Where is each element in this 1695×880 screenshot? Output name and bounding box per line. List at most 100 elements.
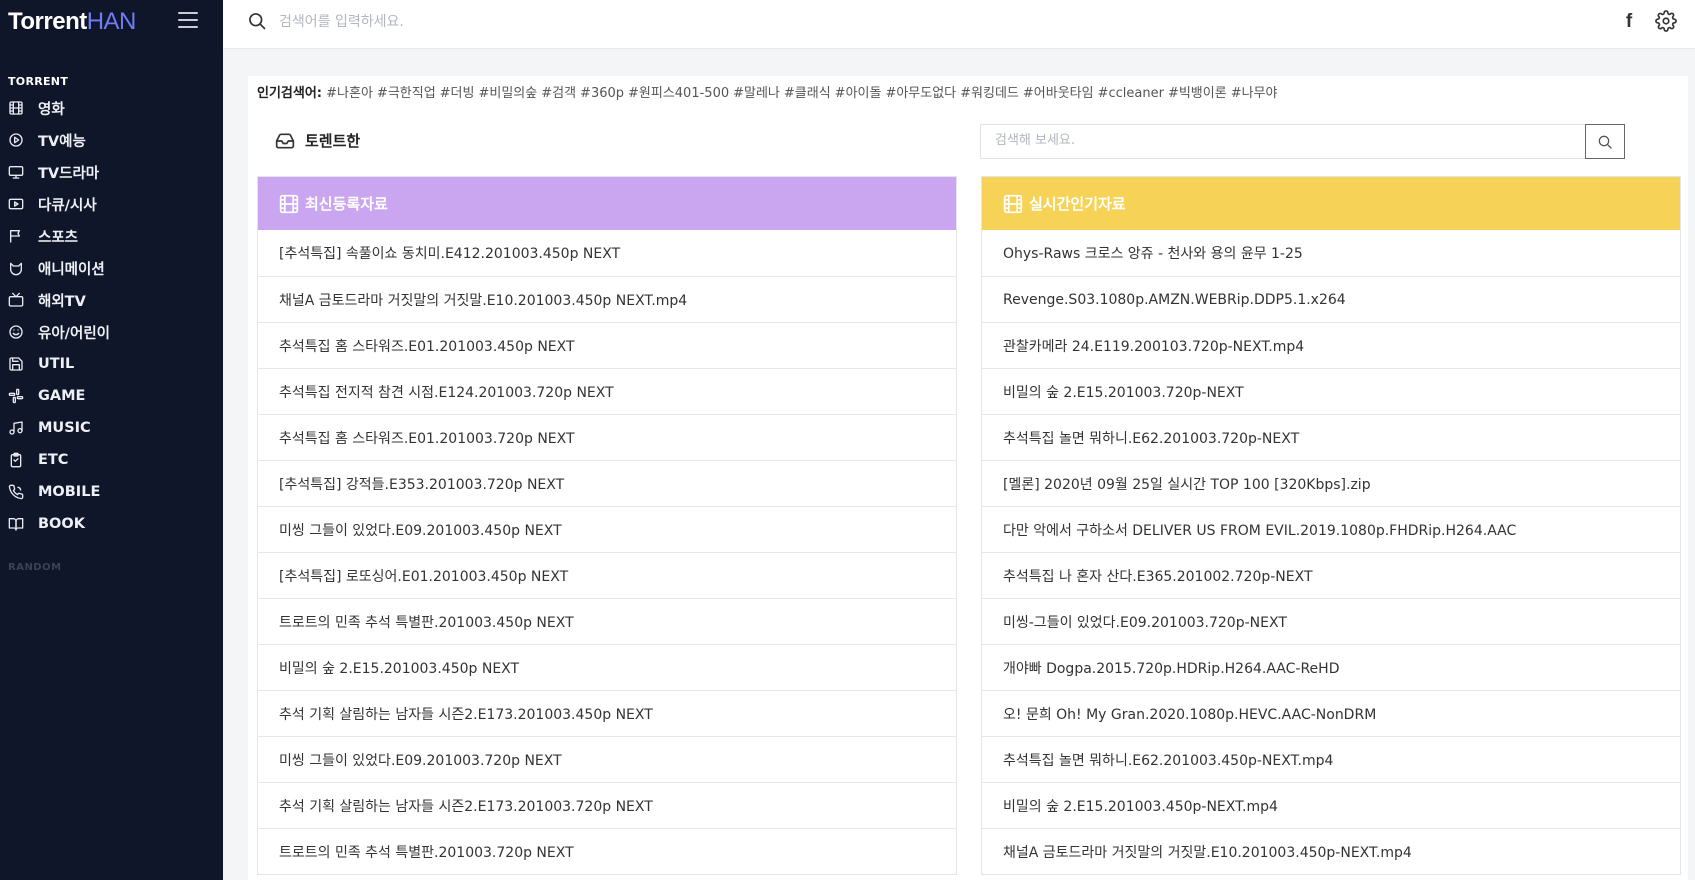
sidebar-item-10[interactable]: MUSIC [0, 412, 223, 444]
site-logo[interactable]: TorrentHAN [8, 8, 136, 36]
list-item[interactable]: 채널A 금토드라마 거짓말의 거짓말.E10.201003.450p NEXT.… [258, 276, 956, 322]
sidebar-item-8[interactable]: UTIL [0, 348, 223, 380]
top-bar: f [223, 0, 1695, 49]
realtime-popular-title: 실시간인기자료 [1029, 195, 1126, 213]
popular-tag[interactable]: #워킹데드 [960, 86, 1019, 101]
popular-tag[interactable]: #더빙 [440, 86, 475, 101]
clipboard-icon [8, 452, 24, 468]
popular-tag-list: #나혼아 #극한직업 #더빙 #비밀의숲 #검객 #360p #원피스401-500 #말레나… [326, 86, 1281, 101]
search-icon[interactable] [247, 11, 267, 31]
book-icon [8, 516, 24, 532]
realtime-popular-list: Ohys-Raws 크로스 앙쥬 - 천사와 용의 윤무 1-25 Revenge… [982, 230, 1680, 874]
save-icon [8, 356, 24, 372]
menu-toggle-icon[interactable] [178, 12, 198, 28]
sidebar-item-5[interactable]: 애니메이션 [0, 252, 223, 284]
sidebar-item-4[interactable]: 스포츠 [0, 220, 223, 252]
list-item[interactable]: 오! 문희 Oh! My Gran.2020.1080p.HEVC.AAC-No… [982, 690, 1680, 736]
list-item[interactable]: 관찰카메라 24.E119.200103.720p-NEXT.mp4 [982, 322, 1680, 368]
sidebar-item-label: UTIL [38, 356, 75, 372]
slack-icon [8, 388, 24, 404]
sidebar-item-0[interactable]: 영화 [0, 92, 223, 124]
sidebar-item-label: ETC [38, 452, 69, 468]
popular-tag[interactable]: #아이돌 [835, 86, 882, 101]
popular-tag[interactable]: #아무도없다 [885, 86, 956, 101]
anime-icon [8, 260, 24, 276]
board-search-button[interactable] [1585, 124, 1625, 159]
sidebar-item-3[interactable]: 다큐/시사 [0, 188, 223, 220]
latest-uploads-title: 최신등록자료 [305, 195, 388, 213]
realtime-popular-panel: 실시간인기자료 Ohys-Raws 크로스 앙쥬 - 천사와 용의 윤무 1-2… [981, 176, 1681, 875]
list-item[interactable]: 채널A 금토드라마 거짓말의 거짓말.E10.201003.450p-NEXT.… [982, 828, 1680, 874]
nav-list: 영화 TV예능 TV드라마다큐/시사 스포츠애니메이션해외TV 유아/어린이 UTIL GA… [0, 92, 223, 540]
popular-tag[interactable]: #말레나 [733, 86, 780, 101]
list-item[interactable]: [추석특집] 속풀이쇼 동치미.E412.201003.450p NEXT [258, 230, 956, 276]
list-item[interactable]: 비밀의 숲 2.E15.201003.450p-NEXT.mp4 [982, 782, 1680, 828]
gear-icon[interactable] [1655, 10, 1677, 32]
sidebar-item-13[interactable]: BOOK [0, 508, 223, 540]
main-content: 인기검색어: #나혼아 #극한직업 #더빙 #비밀의숲 #검객 #360p #원피스401-… [248, 76, 1688, 880]
list-item[interactable]: 추석특집 전지적 참견 시점.E124.201003.720p NEXT [258, 368, 956, 414]
sidebar-item-7[interactable]: 유아/어린이 [0, 316, 223, 348]
popular-tag[interactable]: #나혼아 [326, 86, 373, 101]
sidebar-item-1[interactable]: TV예능 [0, 124, 223, 156]
list-item[interactable]: [추석특집] 로또싱어.E01.201003.450p NEXT [258, 552, 956, 598]
tv-icon [8, 292, 24, 308]
board-search-input[interactable] [995, 133, 1555, 148]
sidebar-item-label: GAME [38, 388, 86, 404]
popular-tag[interactable]: #극한직업 [377, 86, 436, 101]
list-item[interactable]: 개야빠 Dogpa.2015.720p.HDRip.H264.AAC-ReHD [982, 644, 1680, 690]
popular-tag[interactable]: #360p [580, 86, 624, 101]
list-item[interactable]: 트로트의 민족 추석 특별판.201003.720p NEXT [258, 828, 956, 874]
list-item[interactable]: Revenge.S03.1080p.AMZN.WEBRip.DDP5.1.x26… [982, 276, 1680, 322]
popular-searches: 인기검색어: #나혼아 #극한직업 #더빙 #비밀의숲 #검객 #360p #원피스401-… [257, 82, 1281, 101]
list-item[interactable]: 트로트의 민족 추석 특별판.201003.450p NEXT [258, 598, 956, 644]
list-item[interactable]: Ohys-Raws 크로스 앙쥬 - 천사와 용의 윤무 1-25 [982, 230, 1680, 276]
list-item[interactable]: 비밀의 숲 2.E15.201003.450p NEXT [258, 644, 956, 690]
sidebar-item-12[interactable]: MOBILE [0, 476, 223, 508]
sidebar-item-label: MUSIC [38, 420, 91, 436]
sidebar-item-label: 애니메이션 [38, 261, 105, 278]
global-search-input[interactable] [279, 10, 879, 34]
sidebar-item-label: BOOK [38, 516, 85, 532]
smile-icon [8, 324, 24, 340]
sidebar-item-label: TV드라마 [38, 165, 100, 182]
list-item[interactable]: 추석 기획 살림하는 남자들 시즌2.E173.201003.720p NEXT [258, 782, 956, 828]
film-icon [1003, 194, 1023, 213]
list-item[interactable]: 다만 악에서 구하소서 DELIVER US FROM EVIL.2019.10… [982, 506, 1680, 552]
popular-tag[interactable]: #클래식 [784, 86, 831, 101]
list-item[interactable]: [멜론] 2020년 09월 25일 실시간 TOP 100 [320Kbps]… [982, 460, 1680, 506]
list-item[interactable]: 미씽 그들이 있었다.E09.201003.720p NEXT [258, 736, 956, 782]
popular-tag[interactable]: #나무야 [1231, 86, 1278, 101]
sidebar: TorrentHAN TORRENT 영화 TV예능 TV드라마 다큐/시사 스포츠 애니… [0, 0, 223, 880]
brand: TorrentHAN [0, 0, 223, 44]
popular-tag[interactable]: #검객 [541, 86, 576, 101]
phone-icon [8, 484, 24, 500]
sidebar-item-11[interactable]: ETC [0, 444, 223, 476]
popular-tag[interactable]: #어바웃타임 [1023, 86, 1094, 101]
list-item[interactable]: 추석특집 놀면 뭐하니.E62.201003.720p-NEXT [982, 414, 1680, 460]
facebook-icon[interactable]: f [1619, 11, 1639, 32]
flag-icon [8, 228, 24, 244]
popular-tag[interactable]: #원피스401-500 [628, 86, 729, 101]
sidebar-item-9[interactable]: GAME [0, 380, 223, 412]
film-icon [279, 194, 299, 213]
list-item[interactable]: 추석 기획 살림하는 남자들 시즌2.E173.201003.450p NEXT [258, 690, 956, 736]
list-item[interactable]: 추석특집 홈 스타워즈.E01.201003.450p NEXT [258, 322, 956, 368]
popular-tag[interactable]: #비밀의숲 [478, 86, 537, 101]
sidebar-item-label: 해외TV [38, 293, 86, 310]
popular-tag[interactable]: #빅뱅이론 [1168, 86, 1227, 101]
nav-random-label[interactable]: RANDOM [0, 540, 223, 573]
sidebar-item-6[interactable]: 해외TV [0, 284, 223, 316]
list-item[interactable]: 추석특집 나 혼자 산다.E365.201002.720p-NEXT [982, 552, 1680, 598]
list-item[interactable]: 비밀의 숲 2.E15.201003.720p-NEXT [982, 368, 1680, 414]
popular-tag[interactable]: #ccleaner [1098, 86, 1164, 101]
sidebar-item-label: 영화 [38, 101, 65, 118]
list-item[interactable]: 추석특집 놀면 뭐하니.E62.201003.450p-NEXT.mp4 [982, 736, 1680, 782]
list-item[interactable]: 미씽-그들이 있었다.E09.201003.720p-NEXT [982, 598, 1680, 644]
list-item[interactable]: 추석특집 홈 스타워즈.E01.201003.720p NEXT [258, 414, 956, 460]
latest-uploads-panel: 최신등록자료 [추석특집] 속풀이쇼 동치미.E412.201003.450p … [257, 176, 957, 875]
realtime-popular-header: 실시간인기자료 [982, 177, 1680, 230]
sidebar-item-2[interactable]: TV드라마 [0, 156, 223, 188]
list-item[interactable]: 미씽 그들이 있었다.E09.201003.450p NEXT [258, 506, 956, 552]
list-item[interactable]: [추석특집] 강적들.E353.201003.720p NEXT [258, 460, 956, 506]
